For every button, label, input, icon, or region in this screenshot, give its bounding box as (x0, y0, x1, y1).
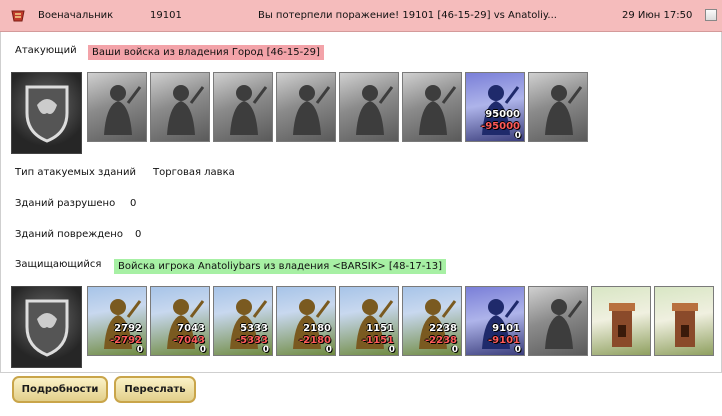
defender-shield-icon (11, 286, 82, 368)
forward-button[interactable]: Переслать (114, 376, 196, 403)
unit-count: 2180 (303, 323, 331, 334)
attacker-unit-slot[interactable]: 95000 -95000 0 (465, 72, 525, 142)
attacker-unit-slot[interactable] (276, 72, 336, 142)
building-type-value: Торговая лавка (153, 167, 235, 178)
unit-count: 7043 (177, 323, 205, 334)
details-button[interactable]: Подробности (12, 376, 108, 403)
attacker-unit-slot[interactable] (402, 72, 462, 142)
defender-unit-slot[interactable]: 2792 -2792 0 (87, 286, 147, 356)
tower-unit-icon (609, 303, 635, 347)
unit-count: 1151 (366, 323, 394, 334)
defender-unit-slot[interactable]: 5333 -5333 0 (213, 286, 273, 356)
buildings-damaged-label: Зданий повреждено (15, 229, 123, 240)
creature-unit-icon (167, 85, 205, 135)
unit-remaining: 0 (262, 345, 269, 355)
buildings-damaged-value: 0 (135, 229, 142, 240)
defender-unit-slot[interactable]: 1151 -1151 0 (339, 286, 399, 356)
attacker-unit-slot[interactable] (87, 72, 147, 142)
defender-unit-slot[interactable]: 2180 -2180 0 (276, 286, 336, 356)
creature-unit-icon (293, 85, 331, 135)
attacker-label: Атакующий (15, 45, 77, 56)
header-id: 19101 (150, 10, 182, 21)
unit-remaining: 0 (199, 345, 206, 355)
creature-unit-icon (545, 85, 583, 135)
header-role: Военачальник (38, 10, 114, 21)
defender-units: 2792 -2792 0 7043 -7043 0 5333 -5333 0 2180 -2180 0… (11, 286, 717, 368)
creature-unit-icon (230, 85, 268, 135)
unit-count: 2238 (429, 323, 457, 334)
select-checkbox[interactable] (705, 9, 717, 21)
defender-unit-slot[interactable]: 7043 -7043 0 (150, 286, 210, 356)
header-datetime: 29 Июн 17:50 (622, 10, 693, 21)
attacker-shield-icon (11, 72, 82, 154)
unit-count: 5333 (240, 323, 268, 334)
defender-unit-slot[interactable] (654, 286, 714, 356)
creature-unit-icon (104, 85, 142, 135)
creature-unit-icon (545, 299, 583, 349)
unit-remaining: 0 (325, 345, 332, 355)
report-icon (11, 10, 25, 22)
report-header: Военачальник 19101 Вы потерпели поражени… (0, 0, 722, 32)
unit-remaining: 0 (514, 131, 521, 141)
defender-unit-slot[interactable]: 2238 -2238 0 (402, 286, 462, 356)
unit-count: 95000 (485, 109, 520, 120)
unit-count: 2792 (114, 323, 142, 334)
creature-unit-icon (419, 85, 457, 135)
unit-remaining: 0 (451, 345, 458, 355)
attacker-units: 95000 -95000 0 (11, 72, 591, 154)
defender-label: Защищающийся (15, 259, 102, 270)
buildings-destroyed-value: 0 (130, 198, 137, 209)
unit-count: 9101 (492, 323, 520, 334)
defender-unit-slot[interactable] (591, 286, 651, 356)
attacker-unit-slot[interactable] (213, 72, 273, 142)
buildings-destroyed-label: Зданий разрушено (15, 198, 116, 209)
attacker-unit-slot[interactable] (150, 72, 210, 142)
attacker-source: Ваши войска из владения Город [46-15-29] (88, 45, 324, 60)
unit-remaining: 0 (388, 345, 395, 355)
defender-unit-slot[interactable]: 9101 -9101 0 (465, 286, 525, 356)
unit-remaining: 0 (136, 345, 143, 355)
header-message: Вы потерпели поражение! 19101 [46-15-29]… (258, 10, 557, 21)
unit-remaining: 0 (514, 345, 521, 355)
defender-source: Войска игрока Anatoliybars из владения <… (114, 259, 447, 274)
attacker-unit-slot[interactable] (339, 72, 399, 142)
tower-unit-icon (672, 303, 698, 347)
attacker-unit-slot[interactable] (528, 72, 588, 142)
defender-unit-slot[interactable] (528, 286, 588, 356)
creature-unit-icon (356, 85, 394, 135)
building-type-label: Тип атакуемых зданий (15, 167, 136, 178)
